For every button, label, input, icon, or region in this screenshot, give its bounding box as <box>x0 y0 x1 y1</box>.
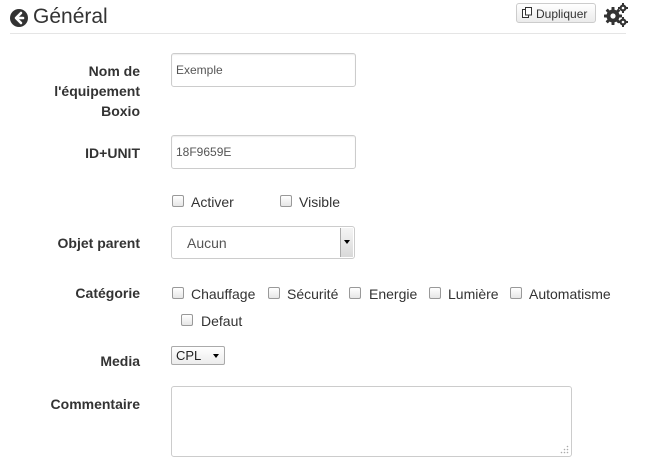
visible-checkbox[interactable] <box>280 195 292 207</box>
category-label-energie: Energie <box>369 286 418 302</box>
category-checkbox-securite[interactable] <box>268 287 280 299</box>
copy-icon <box>522 7 532 18</box>
category-label-chauffage: Chauffage <box>191 286 256 302</box>
equipment-name-input[interactable]: Exemple <box>171 53 356 87</box>
arrow-left-circle-icon[interactable] <box>10 9 28 27</box>
page-title: Général <box>33 5 108 28</box>
equipment-name-label-line2: l'équipement <box>54 83 140 99</box>
media-label: Media <box>100 353 140 369</box>
media-select[interactable]: CPL <box>171 346 225 365</box>
category-checkbox-energie[interactable] <box>349 287 361 299</box>
category-label: Catégorie <box>75 285 140 301</box>
category-checkbox-defaut[interactable] <box>181 314 193 326</box>
parent-object-label: Objet parent <box>57 235 140 251</box>
category-checkbox-automatisme[interactable] <box>510 287 522 299</box>
activate-checkbox[interactable] <box>172 195 184 207</box>
activate-label: Activer <box>191 194 234 210</box>
parent-object-select[interactable]: Aucun <box>171 226 355 259</box>
category-label-securite: Sécurité <box>287 286 339 302</box>
id-unit-input[interactable]: 18F9659E <box>171 135 356 169</box>
duplicate-button-label: Dupliquer <box>536 7 588 21</box>
equipment-name-label: Nom de l'équipement Boxio <box>10 61 140 121</box>
category-label-lumiere: Lumière <box>448 286 499 302</box>
equipment-name-value: Exemple <box>176 63 223 77</box>
equipment-name-label-line3: Boxio <box>101 103 140 119</box>
category-label-defaut: Defaut <box>201 313 243 329</box>
category-label-automatisme: Automatisme <box>529 286 611 302</box>
comment-textarea[interactable] <box>171 386 572 457</box>
visible-label: Visible <box>299 194 340 210</box>
media-value: CPL <box>176 348 202 363</box>
resize-handle-icon[interactable] <box>560 445 569 454</box>
equipment-name-label-line1: Nom de <box>88 63 140 79</box>
category-checkbox-chauffage[interactable] <box>172 287 184 299</box>
category-checkbox-lumiere[interactable] <box>429 287 441 299</box>
id-unit-value: 18F9659E <box>176 145 232 159</box>
id-unit-label: ID+UNIT <box>85 145 140 161</box>
chevron-down-icon <box>340 228 353 257</box>
duplicate-button[interactable]: Dupliquer <box>516 3 596 23</box>
parent-object-value: Aucun <box>187 235 227 251</box>
page-header: Général Dupliquer <box>10 3 628 34</box>
comment-label: Commentaire <box>50 396 140 412</box>
gears-icon[interactable] <box>602 1 630 29</box>
caret-down-icon <box>213 354 219 358</box>
